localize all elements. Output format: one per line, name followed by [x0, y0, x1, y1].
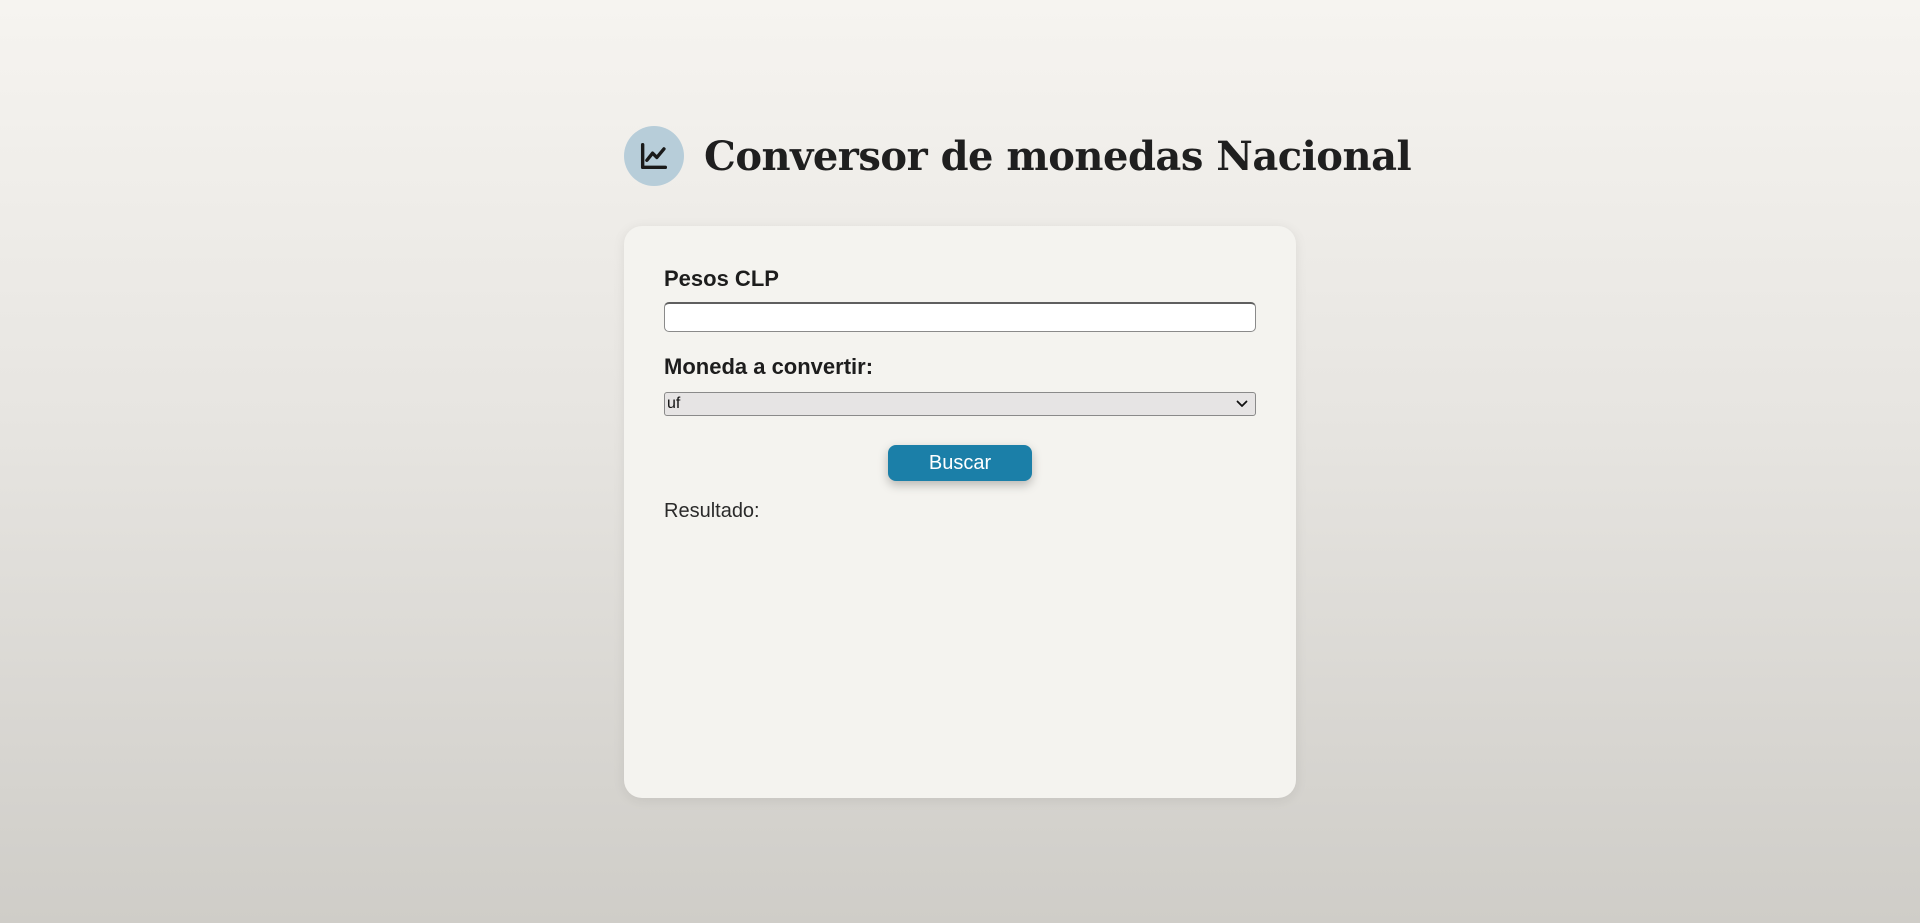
amount-label: Pesos CLP	[664, 266, 779, 291]
currency-label: Moneda a convertir:	[664, 354, 874, 379]
chevron-down-icon	[1231, 394, 1253, 414]
amount-input[interactable]	[664, 302, 1256, 332]
page-header: Conversor de monedas Nacional	[624, 126, 1412, 186]
converter-card: Pesos CLP Moneda a convertir: uf Buscar …	[624, 226, 1296, 798]
line-chart-icon	[624, 126, 684, 186]
page-title: Conversor de monedas Nacional	[704, 132, 1412, 180]
currency-selected-value: uf	[667, 395, 681, 412]
search-button[interactable]: Buscar	[888, 445, 1032, 481]
result-label: Resultado:	[664, 500, 760, 522]
result-area: Resultado:	[664, 500, 766, 523]
currency-select[interactable]: uf	[664, 392, 1256, 416]
